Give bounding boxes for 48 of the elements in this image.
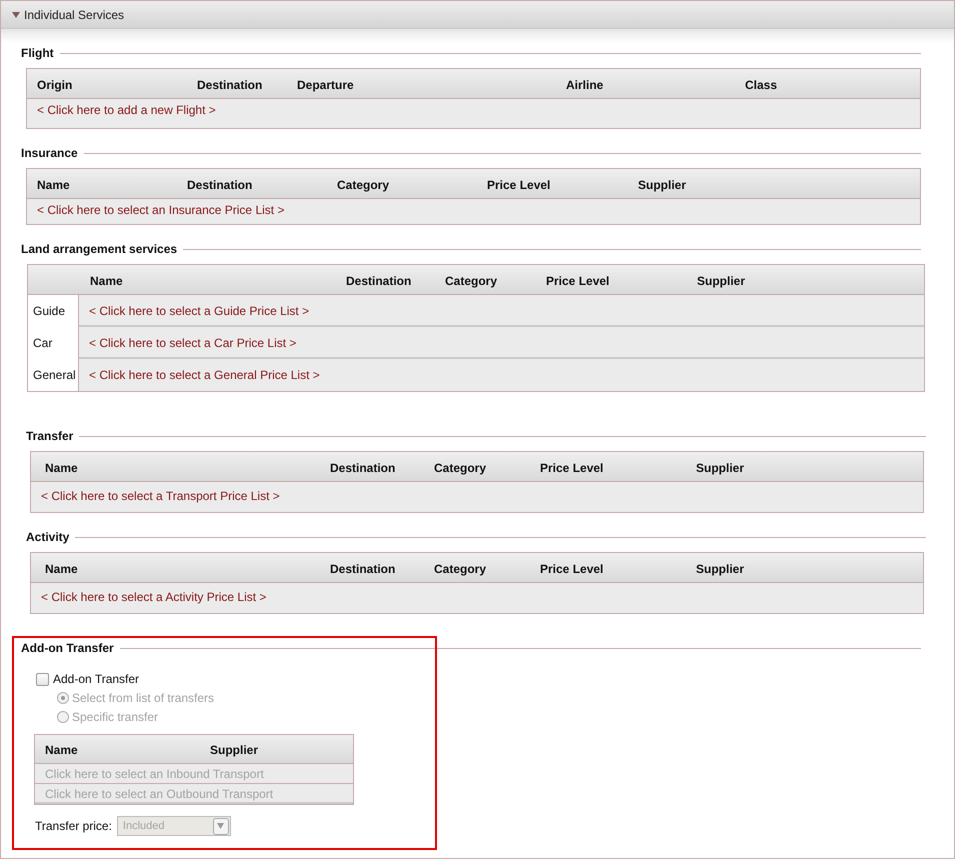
section-title: Flight: [21, 46, 54, 60]
section-title: Transfer: [26, 429, 74, 443]
select-link[interactable]: < Click here to select a Guide Price List >: [89, 304, 310, 318]
column-header: Name: [45, 743, 79, 757]
add-link[interactable]: < Click here to select an Insurance Price List >: [37, 203, 284, 217]
column-header: Destination: [197, 78, 264, 92]
radio-label: Specific transfer: [72, 710, 158, 724]
column-header: Supplier: [638, 178, 688, 192]
column-header: Category: [445, 274, 498, 288]
column-header: Name: [37, 178, 71, 192]
add-link[interactable]: < Click here to select a Activity Price List >: [41, 590, 266, 604]
section-title: Activity: [26, 530, 70, 544]
column-header: Class: [745, 78, 778, 92]
column-header: Destination: [330, 562, 396, 576]
column-header: Name: [90, 274, 124, 288]
select-link[interactable]: < Click here to select a Car Price List >: [89, 336, 296, 350]
column-header: Category: [434, 562, 488, 576]
column-header: Origin: [37, 78, 74, 92]
checkbox-label: Add-on Transfer: [53, 672, 140, 686]
field-label: Transfer price:: [35, 819, 112, 833]
column-header: Price Level: [540, 562, 604, 576]
column-header: Supplier: [696, 460, 746, 474]
checkbox[interactable]: [36, 672, 49, 686]
column-header: Name: [45, 460, 79, 474]
select-link[interactable]: < Click here to select a General Price List >: [89, 368, 320, 382]
column-header: Destination: [330, 460, 396, 474]
add-link[interactable]: < Click here to add a new Flight >: [37, 103, 216, 117]
column-header: Departure: [297, 78, 355, 92]
column-header: Supplier: [696, 562, 746, 576]
caret-down-icon: [217, 823, 224, 829]
caret-down-icon: [12, 12, 20, 18]
column-header: Supplier: [697, 274, 746, 288]
panel-header[interactable]: Individual Services: [1, 1, 954, 29]
column-header: Category: [337, 178, 390, 192]
column-header: Name: [45, 562, 79, 576]
add-link[interactable]: < Click here to select a Transport Price List >: [41, 489, 280, 503]
column-header: Supplier: [210, 743, 260, 757]
column-header: Price Level: [540, 460, 604, 474]
column-header: Price Level: [487, 178, 552, 192]
section-title: Land arrangement services: [21, 242, 178, 256]
column-header: Destination: [187, 178, 254, 192]
radio-label: Select from list of transfers: [72, 691, 214, 705]
section-title: Add-on Transfer: [21, 641, 114, 655]
column-header: Price Level: [546, 274, 610, 288]
column-header: Airline: [566, 78, 604, 92]
section-title: Insurance: [21, 146, 78, 160]
column-header: Category: [434, 460, 488, 474]
column-header: Destination: [346, 274, 412, 288]
